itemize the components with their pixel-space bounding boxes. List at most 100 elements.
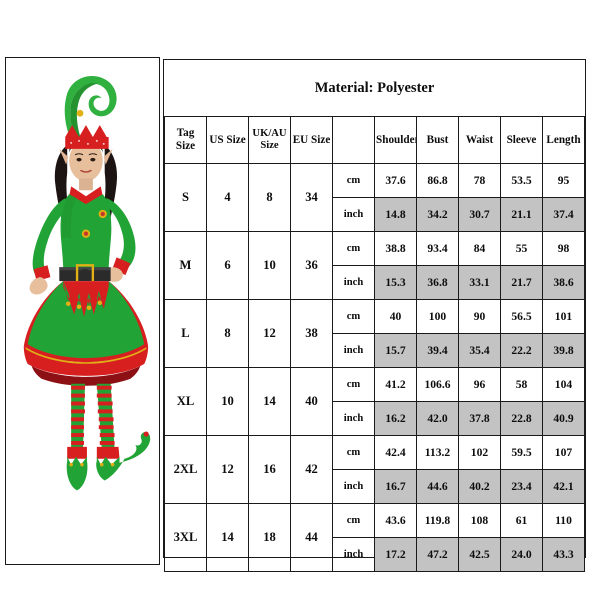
row-xl-cm: XL 10 14 40 cm 41.2 106.6 96 58 104 (164, 367, 585, 436)
size-chart-table: Material: Polyester Tag Size US Size UK/… (164, 60, 585, 572)
size-chart-panel: Material: Polyester Tag Size US Size UK/… (163, 59, 586, 572)
unit-inch: inch (332, 401, 375, 436)
row-m-cm: M 6 10 36 cm 38.8 93.4 84 55 98 (164, 231, 585, 300)
cell-bust-cm: 119.8 (416, 503, 459, 538)
cell-waist-cm: 96 (458, 367, 501, 402)
unit-cm: cm (332, 503, 375, 538)
header-sleeve: Sleeve (500, 116, 543, 164)
cell-uk-au-size: 8 (248, 163, 291, 232)
cell-length-cm: 95 (542, 163, 585, 198)
unit-cm: cm (332, 163, 375, 198)
unit-inch: inch (332, 469, 375, 504)
cell-length-inch: 37.4 (542, 197, 585, 232)
unit-inch: inch (332, 537, 375, 572)
cell-shoulder-inch: 14.8 (374, 197, 417, 232)
cell-length-inch: 42.1 (542, 469, 585, 504)
unit-inch: inch (332, 197, 375, 232)
header-length: Length (542, 116, 585, 164)
cell-us-size: 8 (206, 299, 249, 368)
cell-waist-cm: 108 (458, 503, 501, 538)
header-eu-size: EU Size (290, 116, 333, 164)
cell-shoulder-inch: 15.3 (374, 265, 417, 300)
unit-cm: cm (332, 367, 375, 402)
cell-waist-inch: 30.7 (458, 197, 501, 232)
cell-us-size: 6 (206, 231, 249, 300)
cell-eu-size: 34 (290, 163, 333, 232)
cell-length-cm: 101 (542, 299, 585, 334)
row-s-cm: S 4 8 34 cm 37.6 86.8 78 53.5 95 (164, 163, 585, 232)
cell-shoulder-cm: 41.2 (374, 367, 417, 402)
cell-uk-au-size: 14 (248, 367, 291, 436)
cell-sleeve-cm: 61 (500, 503, 543, 538)
cell-waist-cm: 90 (458, 299, 501, 334)
cell-eu-size: 42 (290, 435, 333, 504)
cell-uk-au-size: 16 (248, 435, 291, 504)
cell-tag-size: 3XL (164, 503, 207, 572)
cell-bust-inch: 36.8 (416, 265, 459, 300)
cell-bust-inch: 39.4 (416, 333, 459, 368)
cell-length-inch: 40.9 (542, 401, 585, 436)
unit-inch: inch (332, 265, 375, 300)
header-tag-size: Tag Size (164, 116, 207, 164)
cell-bust-inch: 47.2 (416, 537, 459, 572)
row-l-cm: L 8 12 38 cm 40 100 90 56.5 101 (164, 299, 585, 368)
cell-sleeve-cm: 53.5 (500, 163, 543, 198)
cell-waist-cm: 84 (458, 231, 501, 266)
cell-shoulder-cm: 37.6 (374, 163, 417, 198)
cell-waist-inch: 40.2 (458, 469, 501, 504)
cell-sleeve-inch: 22.8 (500, 401, 543, 436)
unit-cm: cm (332, 435, 375, 470)
title-row: Material: Polyester (164, 60, 585, 117)
header-us-size: US Size (206, 116, 249, 164)
cell-tag-size: 2XL (164, 435, 207, 504)
cell-shoulder-cm: 40 (374, 299, 417, 334)
cell-bust-inch: 42.0 (416, 401, 459, 436)
cell-tag-size: L (164, 299, 207, 368)
header-unit (332, 116, 375, 164)
unit-inch: inch (332, 333, 375, 368)
cell-tag-size: S (164, 163, 207, 232)
cell-sleeve-inch: 24.0 (500, 537, 543, 572)
cell-shoulder-inch: 17.2 (374, 537, 417, 572)
cell-waist-inch: 42.5 (458, 537, 501, 572)
cell-uk-au-size: 18 (248, 503, 291, 572)
cell-us-size: 14 (206, 503, 249, 572)
cell-length-cm: 98 (542, 231, 585, 266)
cell-eu-size: 44 (290, 503, 333, 572)
unit-cm: cm (332, 231, 375, 266)
cell-sleeve-inch: 21.1 (500, 197, 543, 232)
cell-length-inch: 43.3 (542, 537, 585, 572)
cell-shoulder-inch: 16.7 (374, 469, 417, 504)
cell-bust-cm: 86.8 (416, 163, 459, 198)
cell-length-cm: 104 (542, 367, 585, 402)
cell-shoulder-inch: 15.7 (374, 333, 417, 368)
cell-waist-inch: 33.1 (458, 265, 501, 300)
cell-waist-cm: 78 (458, 163, 501, 198)
cell-bust-cm: 93.4 (416, 231, 459, 266)
cell-sleeve-cm: 58 (500, 367, 543, 402)
cell-eu-size: 36 (290, 231, 333, 300)
header-row: Tag Size US Size UK/AU Size EU Size Shou… (164, 116, 585, 164)
cell-eu-size: 40 (290, 367, 333, 436)
elf-costume-photo (6, 58, 159, 560)
cell-sleeve-inch: 22.2 (500, 333, 543, 368)
cell-bust-cm: 113.2 (416, 435, 459, 470)
row-3xl-cm: 3XL 14 18 44 cm 43.6 119.8 108 61 110 (164, 503, 585, 572)
cell-waist-inch: 37.8 (458, 401, 501, 436)
cell-us-size: 4 (206, 163, 249, 232)
cell-tag-size: XL (164, 367, 207, 436)
cell-bust-inch: 44.6 (416, 469, 459, 504)
cell-us-size: 10 (206, 367, 249, 436)
cell-sleeve-inch: 21.7 (500, 265, 543, 300)
header-shoulder: Shoulder (374, 116, 417, 164)
cell-eu-size: 38 (290, 299, 333, 368)
cell-length-cm: 110 (542, 503, 585, 538)
chart-title: Material: Polyester (164, 60, 585, 117)
row-2xl-cm: 2XL 12 16 42 cm 42.4 113.2 102 59.5 107 (164, 435, 585, 504)
cell-bust-cm: 106.6 (416, 367, 459, 402)
header-bust: Bust (416, 116, 459, 164)
cell-us-size: 12 (206, 435, 249, 504)
cell-uk-au-size: 12 (248, 299, 291, 368)
cell-uk-au-size: 10 (248, 231, 291, 300)
header-waist: Waist (458, 116, 501, 164)
